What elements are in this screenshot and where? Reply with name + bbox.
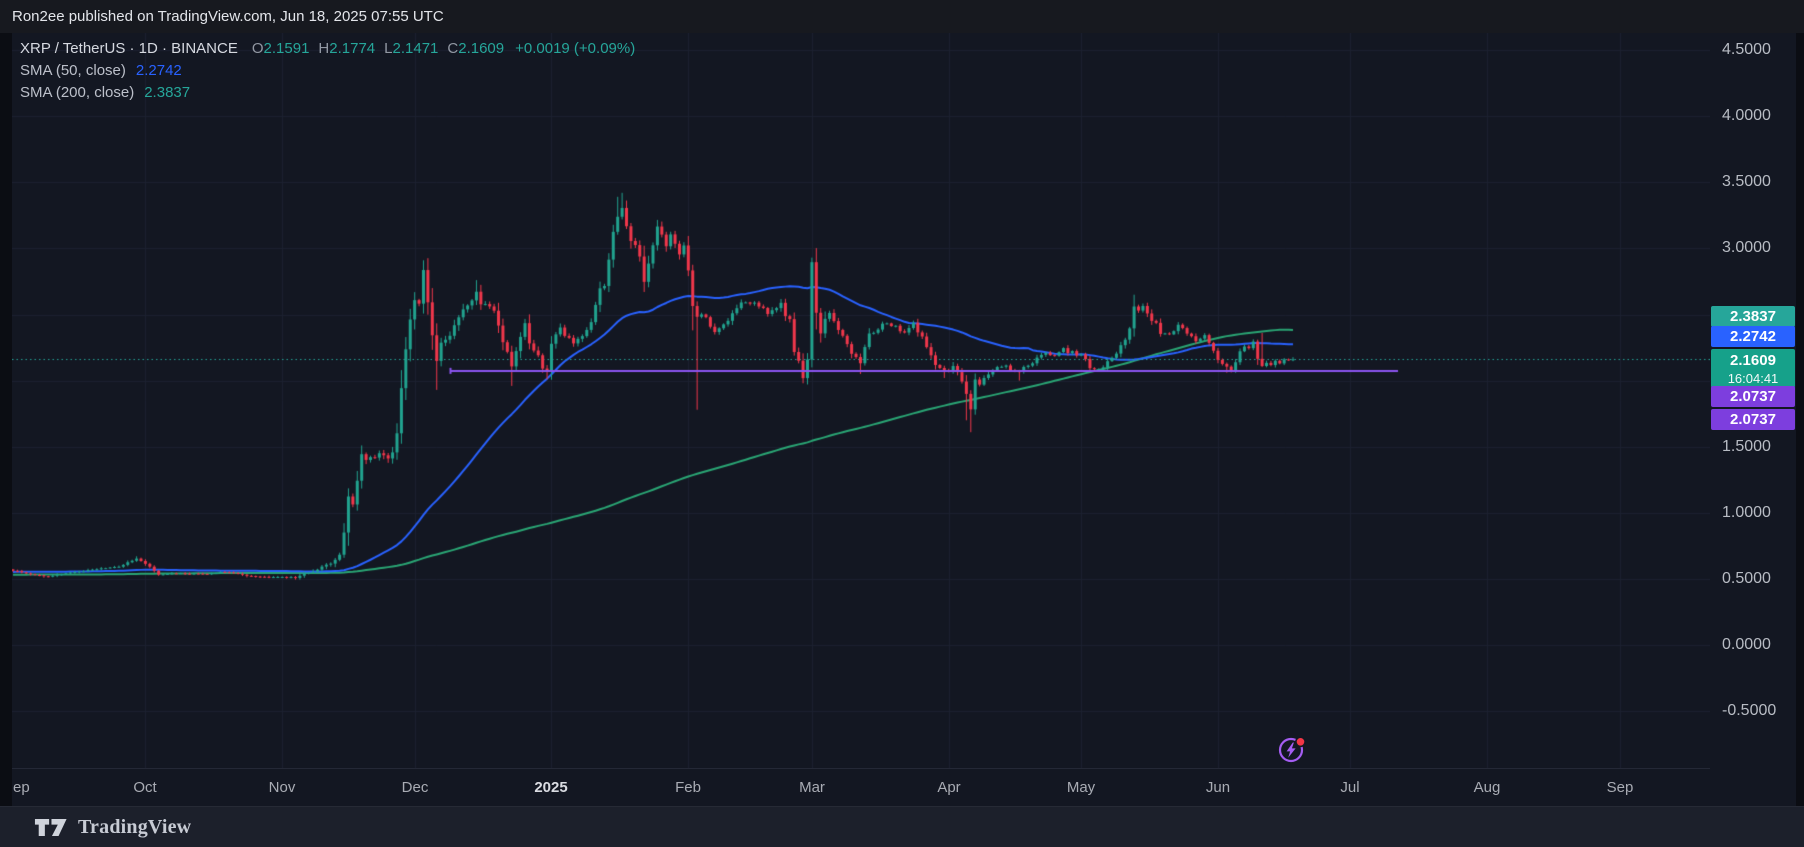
sma200-value: 2.3837 <box>144 84 191 101</box>
time-axis-label-Dec: Dec <box>401 779 429 796</box>
ohlc-token-H: H2.1774 <box>318 40 376 57</box>
lightning-icon <box>1278 736 1306 763</box>
published-chart-page: Ron2ee published on TradingView.com, Jun… <box>0 0 1804 847</box>
time-axis-label-2025: 2025 <box>534 779 568 796</box>
last-price-label: 2.1609 16:04:41 <box>1711 348 1795 388</box>
price-axis[interactable]: 4.5000 4.0000 3.5000 3.0000 1.5000 1.0000 0.50… <box>1710 33 1796 806</box>
notification-dot <box>1295 736 1306 748</box>
price-tick: 4.5000 <box>1722 41 1771 58</box>
time-axis[interactable]: ep Oct Nov Dec 2025 Feb Mar Apr May Jun Jul Aug Sep <box>12 768 1710 807</box>
time-axis-label-May: May <box>1066 779 1096 796</box>
price-tick: 1.5000 <box>1722 437 1771 455</box>
time-axis-label-Nov: Nov <box>268 779 296 796</box>
time-axis-label-ep: ep <box>13 779 30 796</box>
time-axis-label-Jul: Jul <box>1340 779 1360 796</box>
sma200-label: SMA (200, close) <box>20 84 135 101</box>
price-tick: 0.0000 <box>1722 636 1771 654</box>
price-chart-canvas[interactable] <box>12 33 1710 768</box>
time-axis-label-Feb: Feb <box>675 779 701 796</box>
drawing-price-label-1: 2.0737 <box>1711 385 1795 407</box>
ohlc-token-C: C2.1609 <box>447 40 505 57</box>
price-tick: 1.0000 <box>1722 503 1771 521</box>
time-axis-label-Mar: Mar <box>799 779 825 796</box>
ohlc-token-O: O2.1591 <box>251 40 310 57</box>
drawing-price-label-2: 2.0737 <box>1711 408 1795 430</box>
price-tick: 3.0000 <box>1722 239 1771 257</box>
time-axis-label-Oct: Oct <box>133 779 157 796</box>
ohlc-token-L: L2.1471 <box>384 40 439 57</box>
legend-symbol-row: XRP / TetherUS · 1D · BINANCE O2.1591 H2.1… <box>20 38 635 60</box>
publish-info-text: Ron2ee published on TradingView.com, Jun… <box>12 8 444 25</box>
tradingview-logo[interactable]: TradingView <box>34 807 191 847</box>
chart-widget[interactable]: XRP / TetherUS · 1D · BINANCE O2.1591 H2.1… <box>12 33 1796 807</box>
chart-legend: XRP / TetherUS · 1D · BINANCE O2.1591 H2.1… <box>20 38 635 104</box>
tradingview-wordmark: TradingView <box>78 816 192 838</box>
sma50-value: 2.2742 <box>135 62 182 79</box>
publish-header-bar: Ron2ee published on TradingView.com, Jun… <box>0 0 1804 33</box>
boost-button[interactable] <box>1278 736 1306 764</box>
sma200-price-label: 2.3837 <box>1711 305 1795 327</box>
time-axis-label-Sep: Sep <box>1606 779 1634 796</box>
tradingview-mark-icon <box>34 819 67 836</box>
legend-indicator-row-sma50: SMA (50, close) 2.2742 <box>20 60 635 82</box>
sma50-price-label: 2.2742 <box>1711 325 1795 347</box>
sma50-label: SMA (50, close) <box>20 62 126 79</box>
time-axis-label-Jun: Jun <box>1205 779 1231 796</box>
price-tick: 0.5000 <box>1722 570 1771 587</box>
price-tick: 4.0000 <box>1722 107 1771 125</box>
ohlc-values: O2.1591 H2.1774 L2.1471 C2.1609 <box>252 40 513 57</box>
price-tick: -0.5000 <box>1722 702 1777 720</box>
footer-bar: TradingView <box>0 806 1804 847</box>
price-tick: 3.5000 <box>1722 173 1771 191</box>
time-axis-label-Aug: Aug <box>1473 779 1501 796</box>
change-value: +0.0019 (+0.09%) <box>515 40 636 57</box>
time-axis-label-Apr: Apr <box>937 779 961 796</box>
symbol-title: XRP / TetherUS · 1D · BINANCE <box>20 40 238 57</box>
legend-indicator-row-sma200: SMA (200, close) 2.3837 <box>20 82 635 104</box>
